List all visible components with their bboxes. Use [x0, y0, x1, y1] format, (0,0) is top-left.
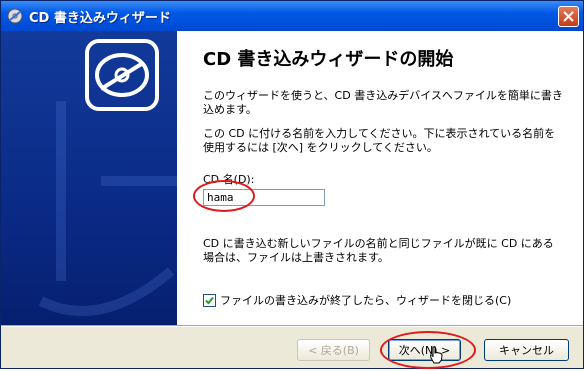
cd-disc-icon [38, 39, 177, 316]
close-after-label: ファイルの書き込みが終了したら、ウィザードを閉じる(C) [220, 294, 512, 307]
wizard-client: CD 書き込みウィザードの開始 このウィザードを使うと、CD 書き込みデバイスへ… [1, 31, 583, 368]
wizard-banner [1, 31, 177, 325]
checkmark-icon [205, 296, 214, 304]
name-instructions: この CD に付ける名前を入力してください。下に表示されている名前を使用するには… [203, 127, 556, 154]
intro-text: このウィザードを使うと、CD 書き込みデバイスへファイルを簡単に書き込めます。 [203, 89, 563, 116]
button-divider [1, 325, 583, 327]
back-button[interactable]: < 戻る(B) [297, 339, 370, 361]
close-after-checkbox[interactable] [203, 293, 216, 307]
cancel-button[interactable]: キャンセル [484, 339, 569, 361]
title-bar[interactable]: CD 書き込みウィザード [1, 1, 583, 31]
wizard-content: CD 書き込みウィザードの開始 このウィザードを使うと、CD 書き込みデバイスへ… [177, 31, 583, 325]
window-title: CD 書き込みウィザード [29, 10, 171, 26]
next-button[interactable]: 次へ(N) > [388, 339, 461, 361]
close-button[interactable] [558, 6, 579, 27]
wizard-window: CD 書き込みウィザード CD 書き込みウィザードの開始 このウィザードを使うと… [0, 0, 584, 369]
cd-writer-icon [7, 8, 23, 24]
cd-name-input[interactable] [203, 189, 325, 206]
close-icon [563, 11, 574, 22]
wizard-heading: CD 書き込みウィザードの開始 [203, 49, 454, 70]
overwrite-note: CD に書き込む新しいファイルの名前と同じファイルが既に CD にある場合は、フ… [203, 237, 554, 264]
close-after-checkbox-row[interactable]: ファイルの書き込みが終了したら、ウィザードを閉じる(C) [203, 292, 511, 308]
cd-name-label: CD 名(D): [203, 173, 255, 186]
hand-pointer-icon [429, 346, 443, 364]
